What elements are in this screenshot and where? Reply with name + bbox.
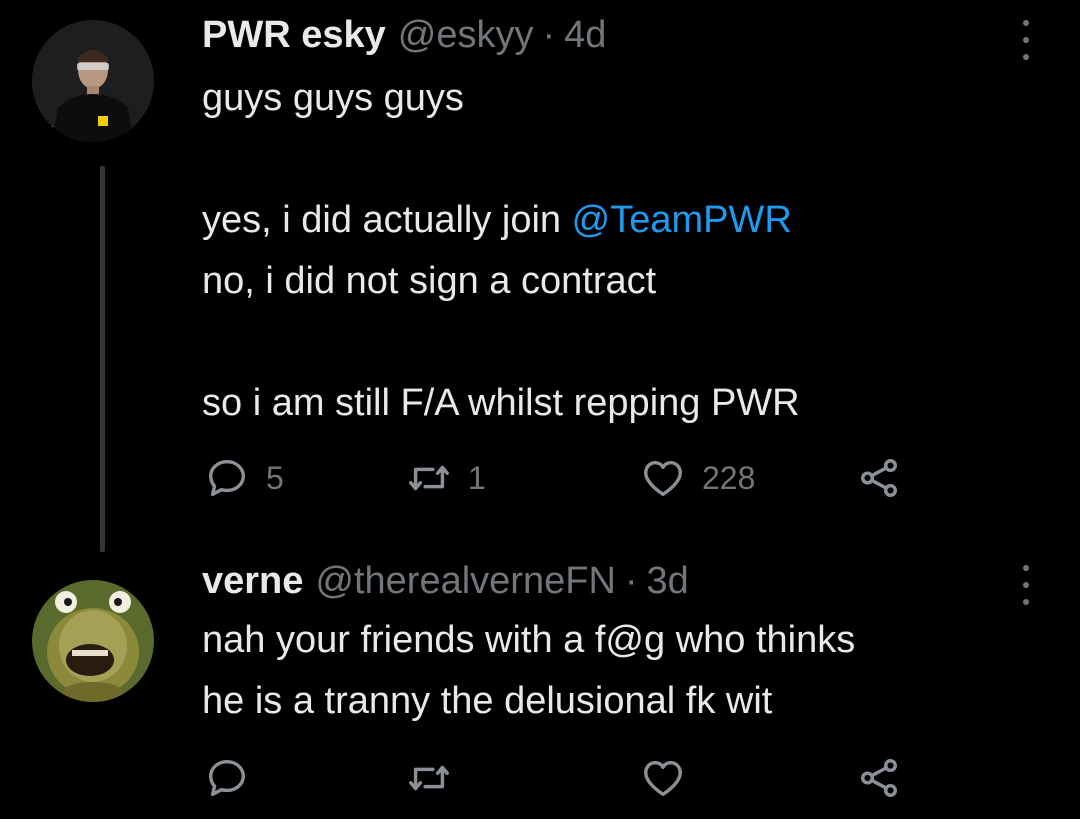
share-button[interactable] bbox=[856, 448, 902, 508]
tweet-esky[interactable]: PWR esky @eskyy · 4d guys guys guys yes,… bbox=[0, 0, 1080, 555]
retweet-icon bbox=[409, 765, 449, 791]
reply-icon bbox=[208, 759, 246, 797]
timestamp[interactable]: 3d bbox=[647, 558, 689, 604]
display-name[interactable]: PWR esky bbox=[202, 12, 386, 58]
avatar[interactable] bbox=[32, 20, 154, 142]
separator-dot: · bbox=[542, 14, 556, 56]
tweet-verne[interactable]: verne @therealverneFN · 3d nah your frie… bbox=[0, 555, 1080, 819]
timestamp[interactable]: 4d bbox=[564, 12, 606, 58]
like-button[interactable]: 228 bbox=[640, 448, 755, 508]
retweet-count: 1 bbox=[468, 459, 486, 496]
retweet-button[interactable] bbox=[406, 748, 452, 808]
more-icon[interactable] bbox=[1016, 20, 1036, 60]
tweet-line-text: yes, i did actually join bbox=[202, 199, 572, 241]
separator-dot: · bbox=[624, 560, 638, 602]
share-button[interactable] bbox=[856, 748, 902, 808]
share-icon bbox=[860, 759, 898, 797]
reply-count: 5 bbox=[266, 459, 284, 496]
tweet-text: nah your friends with a f@g who thinks h… bbox=[202, 610, 1022, 732]
retweet-icon bbox=[409, 465, 449, 491]
tweet-actions: 5 1 228 bbox=[0, 448, 1080, 508]
user-handle[interactable]: @eskyy bbox=[398, 12, 534, 58]
tweet-header: verne @therealverneFN · 3d bbox=[202, 558, 689, 604]
reply-button[interactable]: 5 bbox=[204, 448, 284, 508]
display-name[interactable]: verne bbox=[202, 558, 303, 604]
tweet-line: guys guys guys bbox=[202, 77, 464, 119]
tweet-line: no, i did not sign a contract bbox=[202, 260, 657, 302]
share-icon bbox=[860, 459, 898, 497]
like-count: 228 bbox=[702, 459, 756, 496]
avatar[interactable] bbox=[32, 580, 154, 702]
like-button[interactable] bbox=[640, 748, 686, 808]
tweet-line: nah your friends with a f@g who thinks bbox=[202, 619, 856, 661]
tweet-text: guys guys guys yes, i did actually join … bbox=[202, 68, 1022, 434]
tweet-line: yes, i did actually join @TeamPWR bbox=[202, 190, 1022, 251]
like-icon bbox=[644, 460, 682, 497]
avatar-image-turtle bbox=[32, 580, 154, 702]
retweet-button[interactable]: 1 bbox=[406, 448, 486, 508]
avatar-image-person bbox=[32, 20, 154, 142]
tweet-line: so i am still F/A whilst repping PWR bbox=[202, 382, 800, 424]
user-handle[interactable]: @therealverneFN bbox=[315, 558, 615, 604]
reply-button[interactable] bbox=[204, 748, 250, 808]
more-icon[interactable] bbox=[1016, 565, 1036, 605]
mention-link[interactable]: @TeamPWR bbox=[572, 199, 792, 241]
tweet-header: PWR esky @eskyy · 4d bbox=[202, 12, 606, 58]
reply-icon bbox=[208, 459, 246, 497]
like-icon bbox=[644, 760, 682, 797]
tweet-actions bbox=[0, 748, 1080, 808]
tweet-line: he is a tranny the delusional fk wit bbox=[202, 680, 773, 722]
